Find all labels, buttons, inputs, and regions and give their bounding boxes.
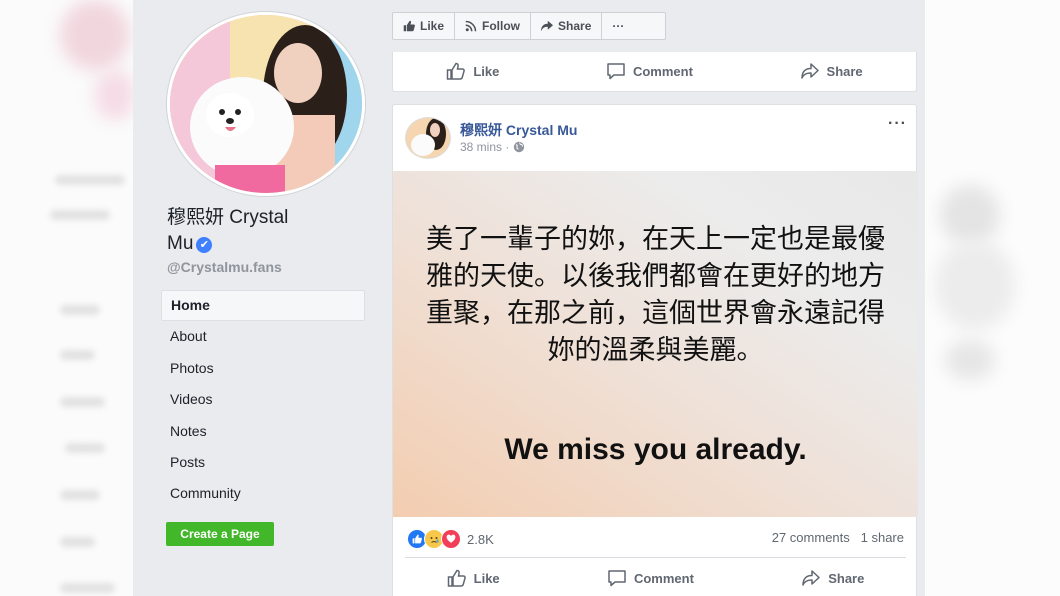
comment-icon (608, 570, 626, 587)
more-icon: ··· (612, 19, 625, 33)
page-follow-button[interactable]: Follow (455, 13, 532, 39)
blurred-background-right (925, 0, 1060, 596)
post-like-label: Like (473, 570, 500, 586)
post-stats: 2.8K 27 comments 1 share (393, 525, 918, 551)
post-image[interactable]: 美了一輩子的妳，在天上一定也是最優雅的天使。以後我們都會在更好的地方重聚，在那之… (393, 171, 918, 517)
post-author-avatar[interactable] (405, 117, 451, 159)
page-action-bar: Like Follow Share ··· (392, 12, 666, 40)
prev-like-label: Like (473, 63, 500, 79)
share-arrow-icon (802, 570, 820, 586)
page-share-button[interactable]: Share (531, 13, 603, 39)
reaction-summary[interactable]: 2.8K (407, 529, 494, 549)
page-name-line2: Mu (167, 233, 194, 254)
prev-like-button[interactable]: Like (446, 62, 499, 80)
post-comment-label: Comment (633, 570, 694, 586)
post-image-chinese-text: 美了一輩子的妳，在天上一定也是最優雅的天使。以後我們都會在更好的地方重聚，在那之… (426, 224, 885, 366)
thumbs-up-icon (403, 20, 415, 32)
post-actions: Like Comment Share (393, 560, 918, 596)
post-options-icon[interactable]: ··· (888, 115, 907, 133)
blurred-background-left (0, 0, 133, 596)
profile-photo-illustration (170, 15, 362, 193)
nav-item-community[interactable]: Community (161, 478, 365, 509)
profile-picture[interactable] (167, 12, 365, 196)
post-like-button[interactable]: Like (447, 569, 500, 587)
rss-icon (465, 20, 477, 32)
post-image-english-text: We miss you already. (504, 433, 807, 466)
share-arrow-icon (541, 20, 554, 32)
previous-post-card: Like Comment Share (392, 52, 917, 92)
page-like-label: Like (420, 19, 445, 33)
prev-share-label: Share (826, 63, 863, 79)
facebook-page: 穆熙妍 Crystal Mu ✔ @Crystalmu.fans Home Abo… (133, 0, 925, 596)
page-share-label: Share (558, 19, 592, 33)
reaction-count: 2.8K (467, 531, 494, 547)
author-avatar-illustration (406, 118, 450, 158)
comment-count[interactable]: 27 comments (772, 530, 850, 545)
post-comment-button[interactable]: Comment (607, 569, 694, 587)
nav-item-videos[interactable]: Videos (161, 384, 365, 415)
verified-check-icon: ✔ (196, 237, 213, 253)
previous-post-actions: Like Comment Share (393, 52, 916, 90)
create-page-button[interactable]: Create a Page (166, 522, 274, 546)
page-name: 穆熙妍 Crystal Mu ✔ (167, 205, 337, 257)
post-timestamp[interactable]: 38 mins · (460, 140, 525, 154)
post-share-button[interactable]: Share (801, 569, 864, 587)
page-follow-label: Follow (482, 19, 521, 33)
nav-item-photos[interactable]: Photos (161, 353, 365, 384)
thumbs-up-icon (447, 569, 466, 587)
globe-icon (513, 141, 524, 153)
page-name-line1: 穆熙妍 Crystal (167, 207, 289, 228)
share-count[interactable]: 1 share (861, 530, 904, 545)
prev-comment-button[interactable]: Comment (606, 62, 693, 80)
post-engagement: 27 comments 1 share (772, 530, 904, 545)
page-nav: Home About Photos Videos Notes Posts Com… (161, 290, 365, 510)
post-time-text: 38 mins · (460, 140, 510, 154)
nav-item-about[interactable]: About (161, 321, 365, 352)
page-more-button[interactable]: ··· (602, 13, 634, 39)
thumbs-up-icon (447, 62, 466, 80)
post-card: 穆熙妍 Crystal Mu 38 mins · ··· 美了一輩子的妳，在天上… (392, 104, 918, 596)
love-reaction-icon (441, 529, 461, 549)
page-like-button[interactable]: Like (393, 13, 456, 39)
nav-item-home[interactable]: Home (161, 290, 365, 322)
prev-comment-label: Comment (632, 63, 693, 79)
share-arrow-icon (800, 63, 819, 79)
nav-item-posts[interactable]: Posts (161, 447, 365, 478)
post-author-name[interactable]: 穆熙妍 Crystal Mu (460, 120, 577, 140)
post-share-label: Share (828, 570, 865, 586)
prev-share-button[interactable]: Share (800, 62, 863, 80)
page-handle[interactable]: @Crystalmu.fans (167, 259, 282, 275)
page-sidebar: 穆熙妍 Crystal Mu ✔ @Crystalmu.fans Home Abo… (133, 0, 378, 596)
nav-item-notes[interactable]: Notes (161, 416, 365, 447)
comment-icon (607, 63, 625, 80)
post-divider (405, 557, 906, 558)
